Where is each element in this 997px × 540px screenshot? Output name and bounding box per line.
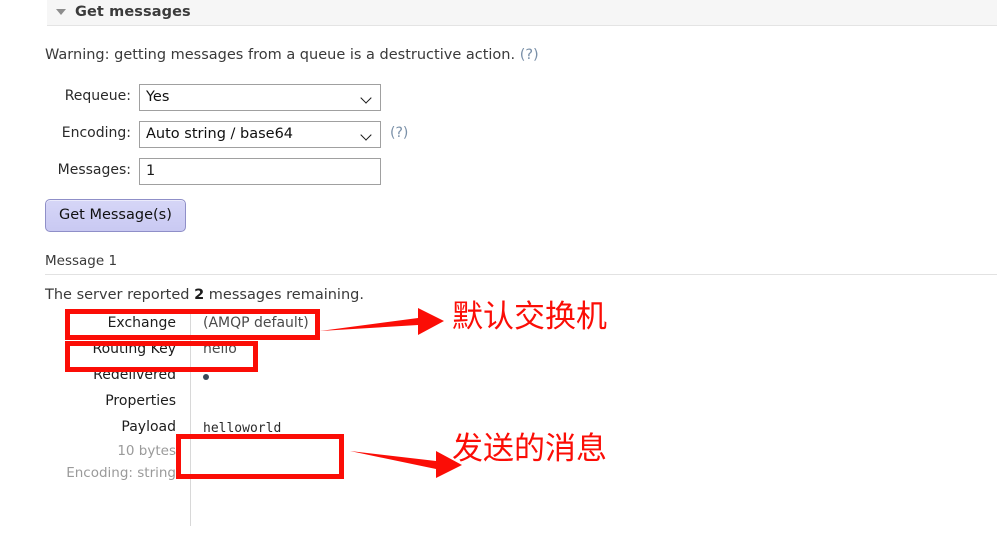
property-key-exchange: Exchange [107, 315, 176, 331]
table-row: Encoding: string [45, 461, 545, 483]
destructive-action-warning: Warning: getting messages from a queue i… [45, 47, 539, 63]
table-row: Payload helloworld [45, 415, 545, 439]
server-report-prefix: The server reported [45, 287, 195, 303]
get-messages-button[interactable]: Get Message(s) [45, 199, 186, 232]
message-heading: Message 1 [45, 253, 118, 269]
property-key-routing-key: Routing Key [92, 341, 176, 357]
message-divider [45, 274, 997, 275]
table-row: Properties [45, 389, 545, 415]
warning-help-link[interactable]: (?) [520, 47, 539, 63]
encoding-label: Encoding: [61, 125, 131, 141]
table-row: Redelivered [45, 363, 545, 389]
payload-size-label: 10 bytes [117, 443, 176, 459]
messages-input[interactable]: 1 [139, 158, 381, 185]
property-value-routing-key: hello [203, 341, 237, 357]
bullet-dot-icon [203, 374, 209, 380]
requeue-select[interactable]: Yes [139, 84, 381, 111]
messages-label: Messages: [57, 162, 131, 178]
requeue-label: Requeue: [64, 88, 131, 104]
message-properties-table: Exchange (AMQP default) Routing Key hell… [45, 311, 545, 526]
encoding-select[interactable]: Auto string / base64 [139, 121, 381, 148]
triangle-down-icon[interactable] [56, 9, 66, 15]
property-value-payload: helloworld [203, 421, 282, 436]
chevron-down-icon [362, 94, 371, 103]
server-report: The server reported 2 messages remaining… [45, 287, 364, 303]
table-row: Routing Key hello [45, 337, 545, 363]
encoding-selected-value: Auto string / base64 [146, 126, 294, 142]
property-key-properties: Properties [105, 393, 176, 409]
section-title: Get messages [75, 4, 191, 20]
encoding-help-link[interactable]: (?) [390, 125, 408, 141]
server-report-suffix: messages remaining. [204, 287, 364, 303]
table-row: Exchange (AMQP default) [45, 311, 545, 337]
property-key-redelivered: Redelivered [93, 367, 176, 383]
property-value-exchange: (AMQP default) [203, 315, 309, 331]
messages-input-value: 1 [146, 163, 156, 179]
chevron-down-icon [362, 131, 371, 140]
table-row: 10 bytes [45, 439, 545, 461]
server-report-count: 2 [194, 287, 205, 303]
property-key-payload: Payload [121, 419, 176, 435]
warning-text: Warning: getting messages from a queue i… [45, 47, 516, 63]
payload-encoding-label: Encoding: string [66, 465, 176, 481]
requeue-selected-value: Yes [146, 89, 170, 105]
section-header[interactable]: Get messages [47, 0, 997, 26]
